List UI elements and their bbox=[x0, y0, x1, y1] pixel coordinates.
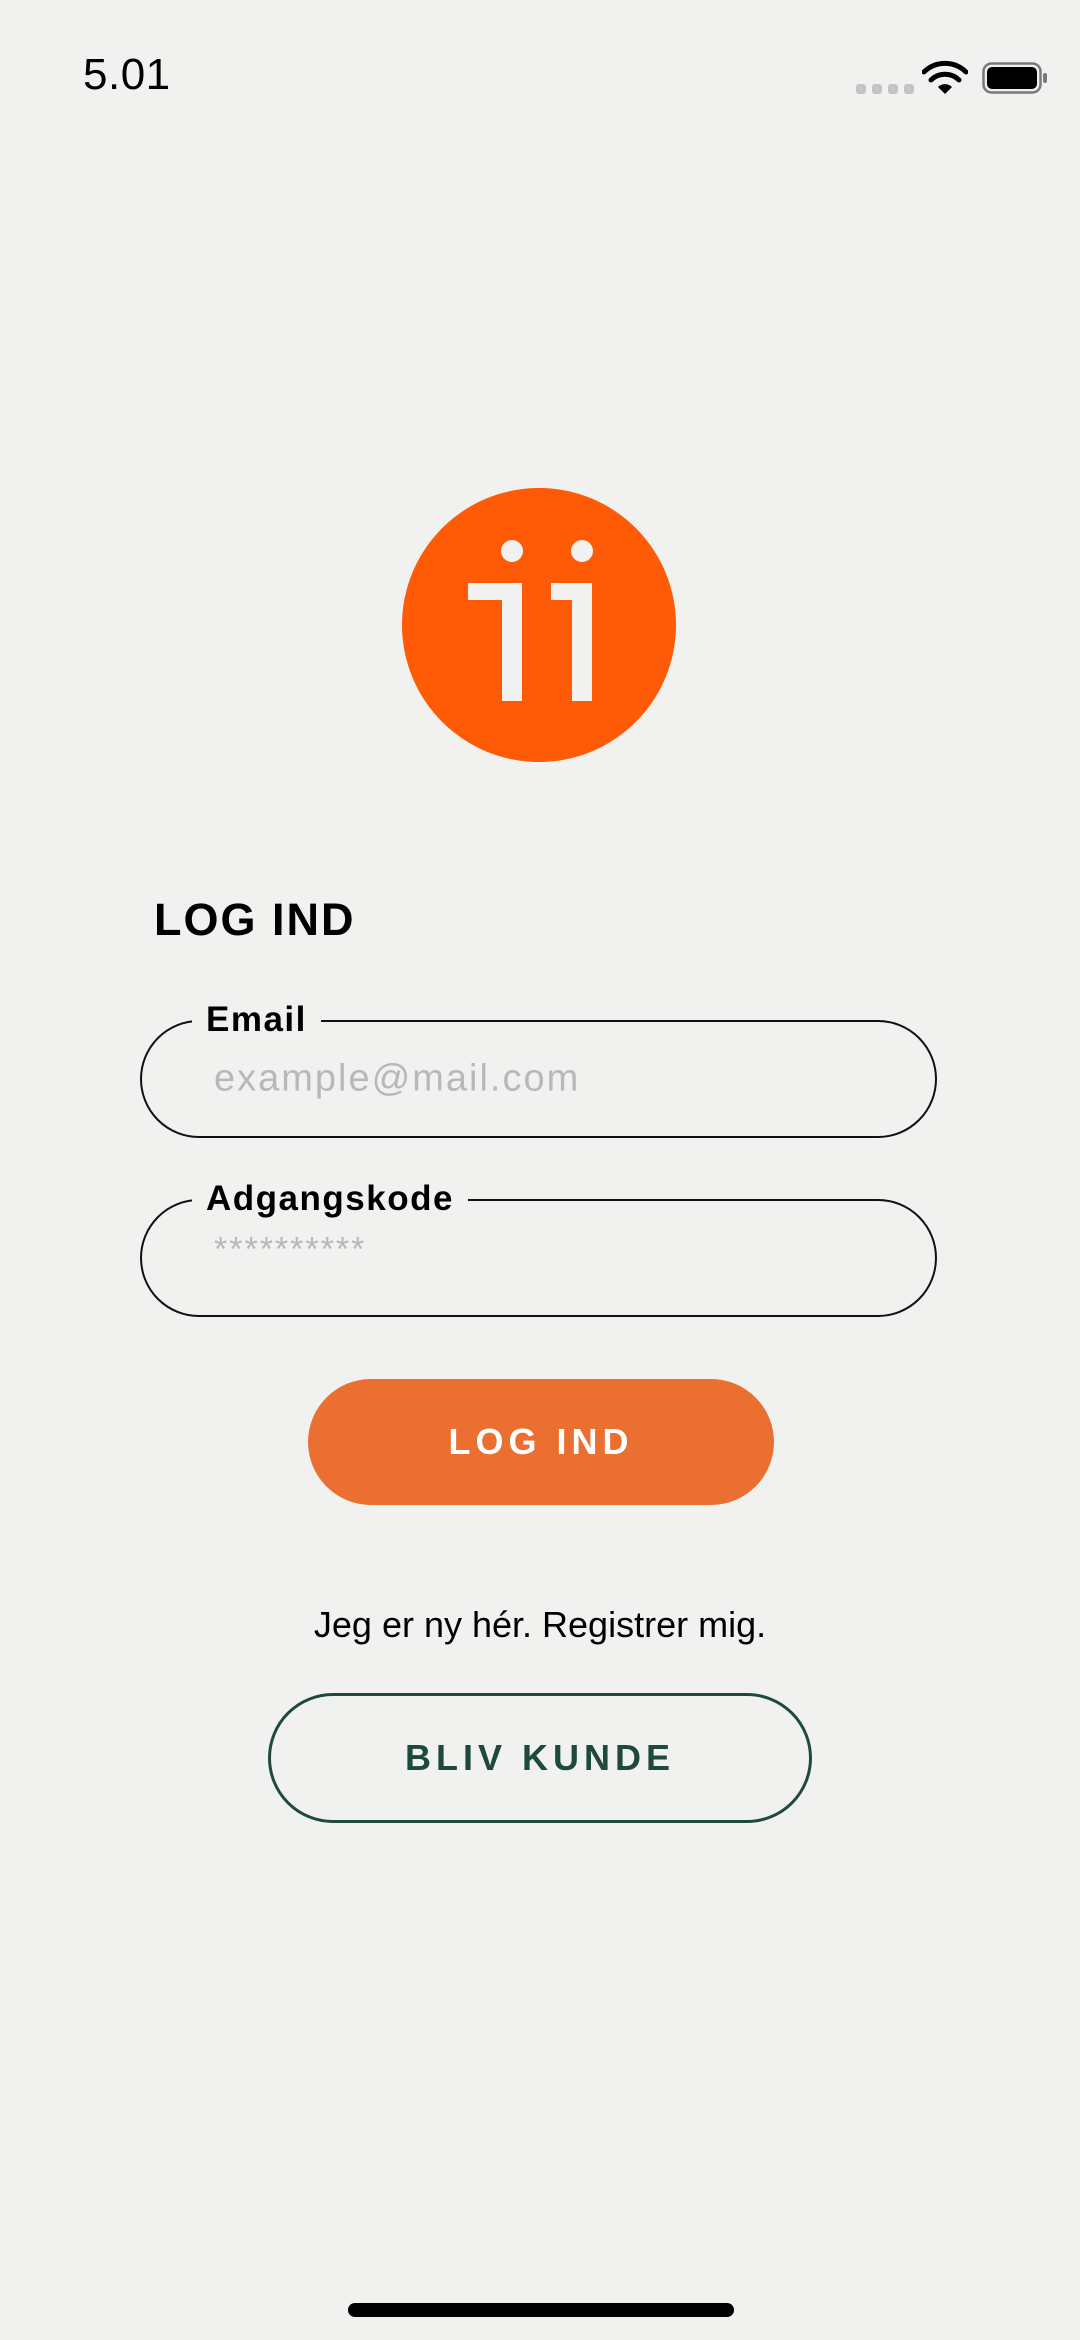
email-field[interactable]: Email bbox=[140, 994, 937, 1138]
login-heading: LOG IND bbox=[154, 894, 356, 945]
email-label: Email bbox=[192, 994, 321, 1046]
wifi-icon bbox=[922, 60, 968, 94]
home-indicator[interactable] bbox=[348, 2303, 734, 2317]
email-input[interactable] bbox=[214, 1057, 895, 1101]
become-customer-button[interactable]: BLIV KUNDE bbox=[268, 1693, 812, 1823]
register-prompt: Jeg er ny hér. Registrer mig. bbox=[313, 1604, 767, 1645]
cellular-signal-icon bbox=[856, 84, 914, 94]
battery-icon bbox=[982, 62, 1047, 94]
status-bar-time: 5.01 bbox=[83, 50, 171, 99]
app-logo bbox=[402, 488, 676, 762]
password-label: Adgangskode bbox=[192, 1173, 468, 1225]
password-field[interactable]: Adgangskode bbox=[140, 1173, 937, 1317]
login-button[interactable]: LOG IND bbox=[308, 1379, 774, 1505]
password-input[interactable] bbox=[214, 1230, 895, 1270]
